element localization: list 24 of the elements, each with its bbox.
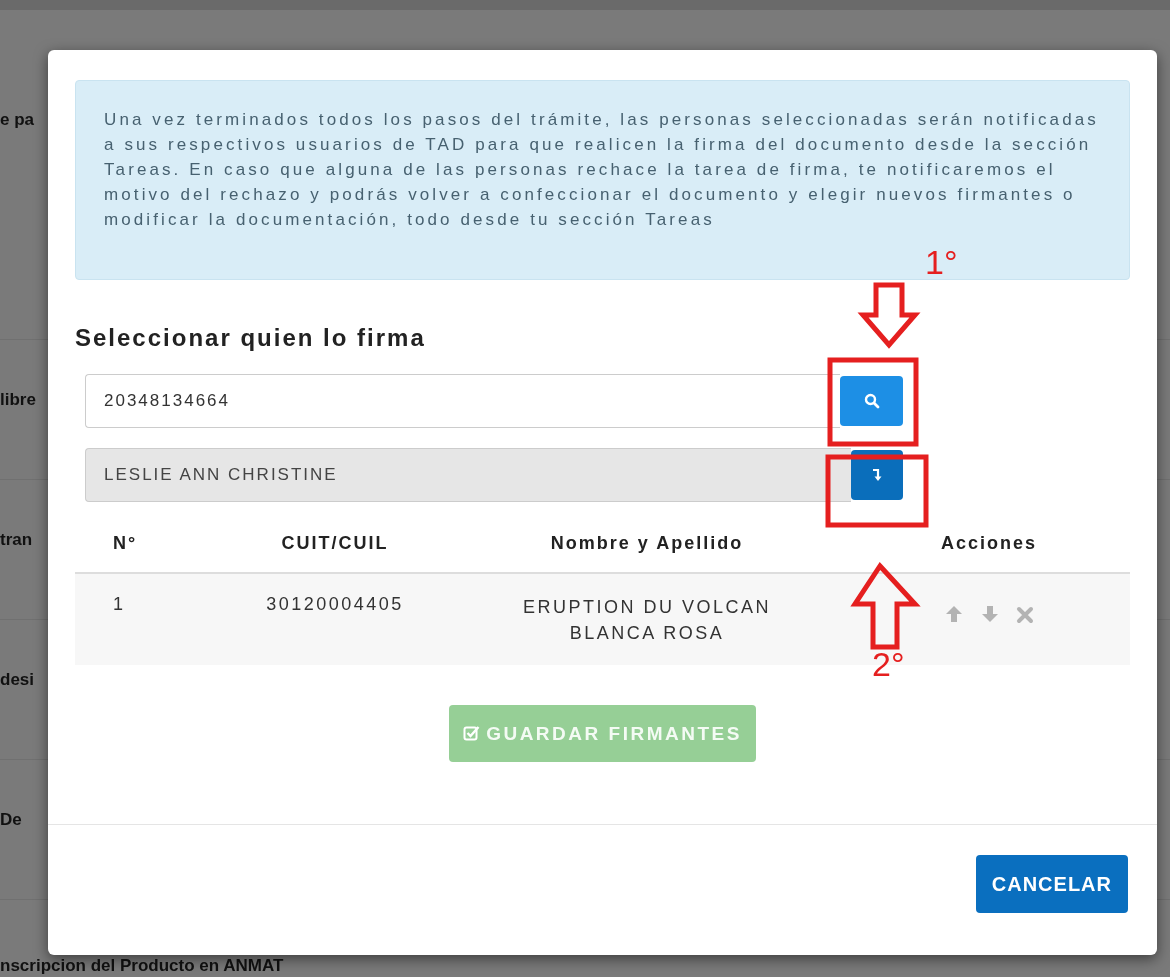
search-icon	[863, 393, 880, 409]
add-button[interactable]	[851, 450, 903, 500]
step-label: 2°	[872, 644, 905, 684]
page-label: tran	[0, 530, 33, 550]
turn-down-arrow-icon	[872, 467, 882, 483]
selected-person-field: LESLIE ANN CHRISTINE	[85, 448, 851, 502]
table-cell: 1	[75, 573, 224, 665]
page-label: libre	[0, 390, 36, 410]
page-label: e pa	[0, 110, 35, 130]
move-up-icon[interactable]	[944, 604, 965, 624]
table-cell: 30120004405	[224, 573, 446, 665]
section-heading: Seleccionar quien lo firma	[75, 324, 427, 352]
close-icon[interactable]	[1015, 606, 1034, 624]
step-label: 1°	[925, 242, 958, 282]
down-arrow-drawing	[857, 282, 921, 349]
page-label: nscripcion del Producto en ANMAT	[0, 956, 284, 976]
page-label: De	[0, 810, 22, 830]
cancel-button[interactable]: CANCELAR	[975, 855, 1128, 913]
page-label: desi	[0, 670, 35, 690]
checkbox-icon	[463, 725, 481, 742]
table-cell: ERUPTION DU VOLCAN BLANCA ROSA	[446, 573, 848, 665]
search-field[interactable]: 20348134664	[85, 374, 840, 428]
search-button[interactable]	[840, 376, 903, 426]
move-down-icon[interactable]	[980, 604, 1000, 624]
